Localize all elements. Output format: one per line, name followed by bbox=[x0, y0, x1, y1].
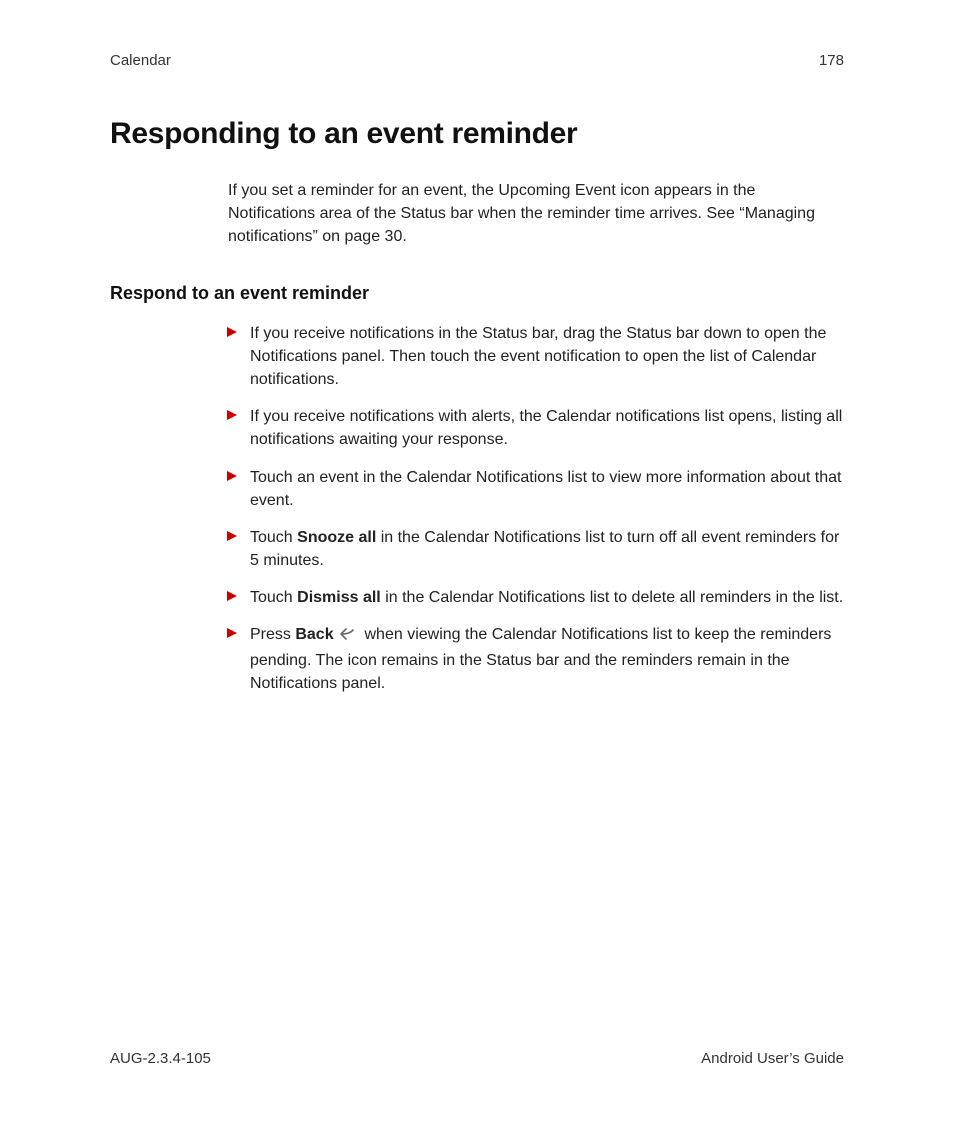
list-item-text-bold: Back bbox=[295, 626, 333, 643]
list-item: If you receive notifications with alerts… bbox=[228, 405, 844, 451]
list-item: If you receive notifications in the Stat… bbox=[228, 322, 844, 392]
page-footer: AUG-2.3.4-105 Android User’s Guide bbox=[110, 1050, 844, 1067]
page-title: Responding to an event reminder bbox=[110, 117, 844, 151]
list-item-text: If you receive notifications in the Stat… bbox=[250, 325, 826, 388]
section-subhead: Respond to an event reminder bbox=[110, 283, 844, 304]
triangle-bullet-icon bbox=[226, 590, 238, 602]
footer-doc-title: Android User’s Guide bbox=[701, 1050, 844, 1067]
back-arrow-icon bbox=[340, 625, 358, 648]
triangle-bullet-icon bbox=[226, 530, 238, 542]
list-item-text: Touch an event in the Calendar Notificat… bbox=[250, 469, 841, 509]
bullet-list: If you receive notifications in the Stat… bbox=[228, 322, 844, 695]
intro-paragraph: If you set a reminder for an event, the … bbox=[228, 179, 844, 249]
list-item-text-pre: Touch bbox=[250, 589, 297, 606]
triangle-bullet-icon bbox=[226, 409, 238, 421]
list-item-text-pre: Touch bbox=[250, 529, 297, 546]
header-section: Calendar bbox=[110, 52, 171, 69]
list-item-text-pre: Press bbox=[250, 626, 295, 643]
list-item-text-post: when viewing the Calendar Notifications … bbox=[250, 626, 831, 691]
list-item: Touch Dismiss all in the Calendar Notifi… bbox=[228, 586, 844, 609]
page-header: Calendar 178 bbox=[110, 52, 844, 69]
list-item-text-post: in the Calendar Notifications list to de… bbox=[381, 589, 843, 606]
list-item-text: If you receive notifications with alerts… bbox=[250, 408, 842, 448]
triangle-bullet-icon bbox=[226, 627, 238, 639]
list-item-text-bold: Dismiss all bbox=[297, 589, 381, 606]
triangle-bullet-icon bbox=[226, 326, 238, 338]
header-page-number: 178 bbox=[819, 52, 844, 69]
list-item-text-bold: Snooze all bbox=[297, 529, 376, 546]
triangle-bullet-icon bbox=[226, 470, 238, 482]
list-item: Press Back when viewing the Calendar Not… bbox=[228, 623, 844, 695]
list-item: Touch Snooze all in the Calendar Notific… bbox=[228, 526, 844, 572]
footer-doc-id: AUG-2.3.4-105 bbox=[110, 1050, 211, 1067]
list-item: Touch an event in the Calendar Notificat… bbox=[228, 466, 844, 512]
